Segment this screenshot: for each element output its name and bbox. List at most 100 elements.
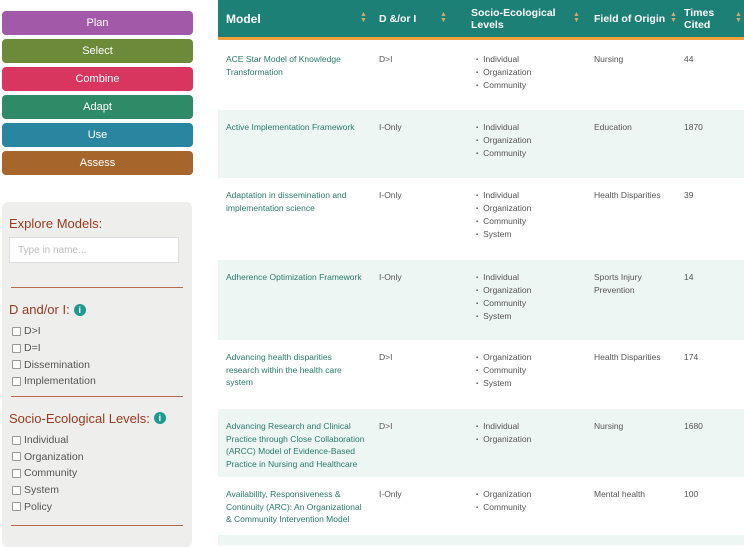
levels-cell: IndividualOrganizationCommunitySystem <box>476 271 531 323</box>
filter-checkbox[interactable]: System <box>9 482 185 499</box>
info-icon[interactable]: i <box>73 303 86 316</box>
levels-cell: OrganizationCommunity <box>476 488 531 514</box>
checkbox-icon[interactable] <box>12 326 21 336</box>
sort-icon[interactable]: ▲ ▼ <box>735 11 742 24</box>
filter-checkbox[interactable]: Policy <box>9 499 185 516</box>
column-header[interactable]: Socio-Ecological Levels <box>471 0 576 37</box>
table-row: Advancing Research and Clinical Practice… <box>218 409 744 477</box>
checkbox-label: D>I <box>24 325 41 338</box>
di-cell: D>I <box>379 352 393 362</box>
use-button[interactable]: Use <box>2 123 193 147</box>
model-link[interactable]: Adherence Optimization Framework <box>226 271 366 284</box>
plan-button[interactable]: Plan <box>2 11 193 35</box>
field-cell: Mental health <box>594 489 646 499</box>
level-item: Individual <box>476 189 531 202</box>
level-item: Organization <box>476 488 531 501</box>
di-title: D and/or I: <box>9 302 70 317</box>
levels-cell: OrganizationCommunitySystem <box>476 351 531 390</box>
field-cell: Health Disparities <box>594 190 661 200</box>
level-item: System <box>476 228 531 241</box>
filter-checkbox[interactable]: Community <box>9 465 185 482</box>
checkbox-icon[interactable] <box>12 468 21 478</box>
level-item: Community <box>476 297 531 310</box>
filter-checkbox[interactable]: Individual <box>9 432 185 449</box>
cited-cell: 39 <box>684 190 694 200</box>
combine-button[interactable]: Combine <box>2 67 193 91</box>
level-item: System <box>476 310 531 323</box>
cited-cell: 14 <box>684 272 694 282</box>
level-item: System <box>476 377 531 390</box>
checkbox-label: Community <box>24 467 78 480</box>
table-row: Availability, Responsiveness & Continuit… <box>218 477 744 535</box>
level-item: Community <box>476 215 531 228</box>
level-item: Organization <box>476 351 531 364</box>
sel-title: Socio-Ecological Levels: <box>9 410 150 426</box>
table-row <box>218 535 744 545</box>
level-item: Organization <box>476 284 531 297</box>
checkbox-label: Dissemination <box>24 358 90 371</box>
sort-icon[interactable]: ▲ ▼ <box>670 11 677 24</box>
cited-cell: 44 <box>684 54 694 64</box>
filter-checkbox[interactable]: D>I <box>9 323 185 340</box>
levels-cell: IndividualOrganizationCommunitySystem <box>476 189 531 241</box>
levels-cell: IndividualOrganizationCommunity <box>476 53 531 92</box>
model-link[interactable]: Advancing health disparities research wi… <box>226 351 366 389</box>
sort-icon[interactable]: ▲ ▼ <box>573 11 580 24</box>
select-button[interactable]: Select <box>2 39 193 63</box>
filter-checkbox[interactable]: Implementation <box>9 373 185 390</box>
table-row: Adaptation in dissemination and implemen… <box>218 178 744 260</box>
level-item: Individual <box>476 271 531 284</box>
level-item: Organization <box>476 202 531 215</box>
model-link[interactable]: Availability, Responsiveness & Continuit… <box>226 488 366 526</box>
checkbox-label: Organization <box>24 450 84 463</box>
divider <box>11 525 183 527</box>
checkbox-label: Individual <box>24 434 69 447</box>
di-cell: I-Only <box>379 272 402 282</box>
checkbox-label: Implementation <box>24 375 96 388</box>
model-link[interactable]: Active Implementation Framework <box>226 121 366 134</box>
explore-title: Explore Models: <box>9 216 103 231</box>
table-row: Adherence Optimization Framework I-Only … <box>218 260 744 340</box>
search-input[interactable] <box>9 237 179 263</box>
column-header[interactable]: Model <box>226 0 356 37</box>
checkbox-label: Policy <box>24 500 53 513</box>
checkbox-icon[interactable] <box>12 376 21 386</box>
sort-icon[interactable]: ▲ ▼ <box>360 11 367 24</box>
level-item: Community <box>476 501 531 514</box>
di-cell: I-Only <box>379 190 402 200</box>
model-link[interactable]: Adaptation in dissemination and implemen… <box>226 189 366 214</box>
column-header[interactable]: Times Cited <box>684 0 724 37</box>
cited-cell: 174 <box>684 352 699 362</box>
assess-button[interactable]: Assess <box>2 151 193 175</box>
checkbox-icon[interactable] <box>12 452 21 462</box>
field-cell: Sports Injury Prevention <box>594 272 642 295</box>
sort-icon[interactable]: ▲ ▼ <box>440 11 447 24</box>
di-cell: D>I <box>379 421 393 431</box>
checkbox-label: System <box>24 484 60 497</box>
checkbox-icon[interactable] <box>12 343 21 353</box>
filter-panel: Explore Models: D and/or I:i D>ID=IDisse… <box>2 202 192 547</box>
checkbox-icon[interactable] <box>12 485 21 495</box>
table-row: ACE Star Model of Knowledge Transformati… <box>218 42 744 110</box>
cited-cell: 1680 <box>684 421 703 431</box>
level-item: Organization <box>476 134 531 147</box>
checkbox-icon[interactable] <box>12 435 21 445</box>
models-table: Model ▲ ▼ D &/or I ▲ ▼ Socio-Ecological Levels… <box>218 0 744 545</box>
di-cell: D>I <box>379 54 393 64</box>
field-cell: Nursing <box>594 421 624 431</box>
info-icon[interactable]: i <box>153 412 166 425</box>
filter-checkbox[interactable]: Dissemination <box>9 356 185 373</box>
table-row: Active Implementation Framework I-Only I… <box>218 110 744 178</box>
filter-checkbox[interactable]: D=I <box>9 340 185 357</box>
di-cell: I-Only <box>379 489 402 499</box>
model-link[interactable]: ACE Star Model of Knowledge Transformati… <box>226 53 366 78</box>
checkbox-icon[interactable] <box>12 360 21 370</box>
level-item: Individual <box>476 121 531 134</box>
adapt-button[interactable]: Adapt <box>2 95 193 119</box>
field-cell: Health Disparities <box>594 352 661 362</box>
filter-checkbox[interactable]: Organization <box>9 448 185 465</box>
model-link[interactable]: Advancing Research and Clinical Practice… <box>226 420 366 470</box>
checkbox-icon[interactable] <box>12 502 21 512</box>
cited-cell: 1870 <box>684 122 703 132</box>
level-item: Organization <box>476 433 531 446</box>
